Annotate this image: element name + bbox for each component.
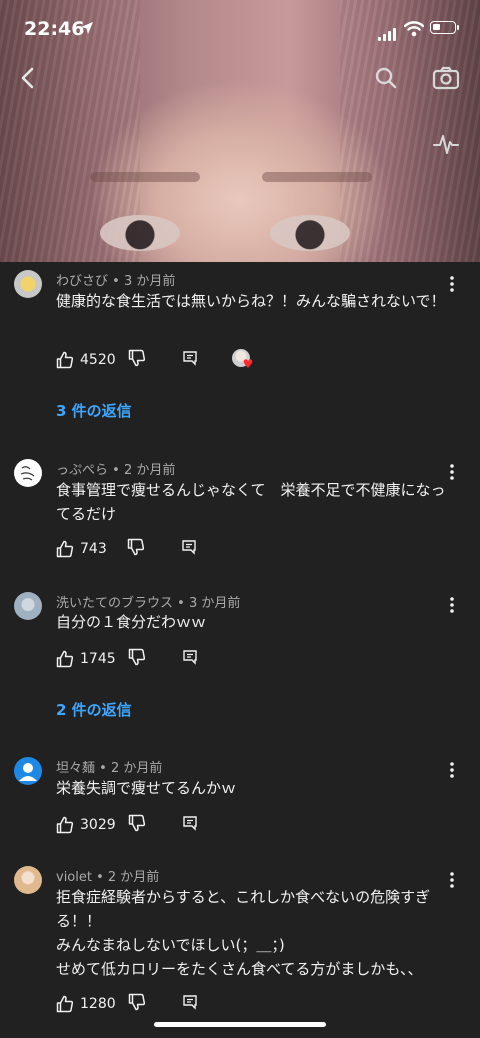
comment-actions: 743 <box>56 538 197 560</box>
meta-separator: • <box>173 596 189 611</box>
reply-comment-icon[interactable] <box>181 539 197 559</box>
more-vertical-icon[interactable] <box>441 756 463 784</box>
comment-actions: 4520 ♥ <box>56 349 254 371</box>
reply-comment-icon[interactable] <box>182 994 198 1014</box>
comment-author[interactable]: わびさび <box>56 274 108 289</box>
thumbs-down-icon <box>128 814 145 832</box>
location-arrow-icon <box>80 20 94 39</box>
thumbs-up-icon <box>56 816 74 834</box>
dislike-button[interactable] <box>127 538 145 560</box>
comment-meta: 坦々麺 • 2 か月前 <box>56 757 162 776</box>
status-bar: 22:46 <box>0 0 480 58</box>
home-indicator[interactable] <box>154 1022 326 1027</box>
avatar[interactable] <box>14 459 42 487</box>
video-eye-left <box>100 215 180 251</box>
comment-text-line: 拒食症経験者からすると、これしか食べないの危険すぎる！！ <box>56 888 431 930</box>
thumbs-down-icon <box>128 648 145 666</box>
comment-text-line: せめて低カロリーをたくさん食べてる方がましかも、、 <box>56 960 423 978</box>
reply-comment-icon[interactable] <box>182 815 198 835</box>
reply-comment-icon[interactable] <box>182 350 198 370</box>
like-count: 3029 <box>80 817 116 833</box>
like-button[interactable]: 1280 <box>56 995 116 1013</box>
meta-separator: • <box>108 274 124 289</box>
comment-author[interactable]: 坦々麺 <box>56 761 95 776</box>
comment-age: 2 か月前 <box>123 463 176 478</box>
thumbs-up-icon <box>56 650 74 668</box>
comment-text: 拒食症経験者からすると、これしか食べないの危険すぎる！！ みんなまねしないでほし… <box>56 885 446 981</box>
chevron-left-icon[interactable] <box>10 60 46 96</box>
dislike-button[interactable] <box>128 993 146 1015</box>
like-count: 1745 <box>80 651 116 667</box>
more-vertical-icon[interactable] <box>441 270 463 298</box>
view-replies-button[interactable]: 2 件の返信 <box>56 699 132 720</box>
comment-age: 3 か月前 <box>123 274 176 289</box>
dislike-button[interactable] <box>128 648 146 670</box>
comment-author[interactable]: violet <box>56 870 92 885</box>
search-icon[interactable] <box>368 60 404 96</box>
thumbs-down-icon <box>128 993 145 1011</box>
comment-actions: 3029 <box>56 814 198 836</box>
like-count: 4520 <box>80 352 116 368</box>
dislike-button[interactable] <box>128 349 146 371</box>
like-button[interactable]: 1745 <box>56 650 116 668</box>
comment-meta: っぷぺら • 2 か月前 <box>56 459 175 478</box>
meta-separator: • <box>91 870 108 885</box>
more-vertical-icon[interactable] <box>441 591 463 619</box>
comment-meta: violet • 2 か月前 <box>56 866 159 885</box>
avatar[interactable] <box>14 270 42 298</box>
comment-author[interactable]: っぷぺら <box>56 463 108 478</box>
meta-separator: • <box>95 761 111 776</box>
comment-age: 3 か月前 <box>188 596 241 611</box>
battery-icon <box>430 21 459 34</box>
activity-icon[interactable] <box>428 126 464 162</box>
like-button[interactable]: 4520 <box>56 351 116 369</box>
comment-text: 栄養失調で痩せてるんかｗ <box>56 779 237 797</box>
like-button[interactable]: 743 <box>56 540 107 558</box>
cellular-signal-icon <box>378 22 398 41</box>
avatar[interactable] <box>14 592 42 620</box>
comment-meta: わびさび • 3 か月前 <box>56 270 175 289</box>
avatar[interactable] <box>14 757 42 785</box>
like-button[interactable]: 3029 <box>56 816 116 834</box>
view-replies-button[interactable]: 3 件の返信 <box>56 400 132 421</box>
thumbs-up-icon <box>56 540 74 558</box>
comment-text: 健康的な食生活では無いからね？！みんな騙されないで！ <box>56 292 446 310</box>
camera-icon[interactable] <box>428 60 464 96</box>
thumbs-down-icon <box>127 538 144 556</box>
reply-comment-icon[interactable] <box>182 649 198 669</box>
heart-icon: ♥ <box>242 357 254 371</box>
status-time: 22:46 <box>24 18 85 40</box>
comment-actions: 1745 <box>56 648 198 670</box>
comment-text: 自分の１食分だわｗｗ <box>56 613 207 631</box>
meta-separator: • <box>108 463 124 478</box>
comment-author[interactable]: 洗いたてのブラウス <box>56 596 173 611</box>
comment-text-line: みんなまねしないでほしい(；＿；) <box>56 936 285 954</box>
comment-actions: 1280 <box>56 993 198 1015</box>
like-count: 1280 <box>80 996 116 1012</box>
wifi-icon <box>404 21 424 37</box>
more-vertical-icon[interactable] <box>441 866 463 894</box>
thumbs-up-icon <box>56 995 74 1013</box>
video-brow-left <box>90 172 200 182</box>
like-count: 743 <box>80 541 107 557</box>
thumbs-up-icon <box>56 351 74 369</box>
video-brow-right <box>262 172 372 182</box>
dislike-button[interactable] <box>128 814 146 836</box>
more-vertical-icon[interactable] <box>441 458 463 486</box>
comment-age: 2 か月前 <box>110 761 163 776</box>
comment-meta: 洗いたてのブラウス • 3 か月前 <box>56 592 240 611</box>
creator-heart-badge: ♥ <box>231 349 254 371</box>
thumbs-down-icon <box>128 349 145 367</box>
avatar[interactable] <box>14 866 42 894</box>
comment-age: 2 か月前 <box>107 870 160 885</box>
video-eye-right <box>270 215 350 251</box>
comment-text: 食事管理で痩せるんじゃなくて 栄養不足で不健康になってるだけ <box>56 481 446 523</box>
